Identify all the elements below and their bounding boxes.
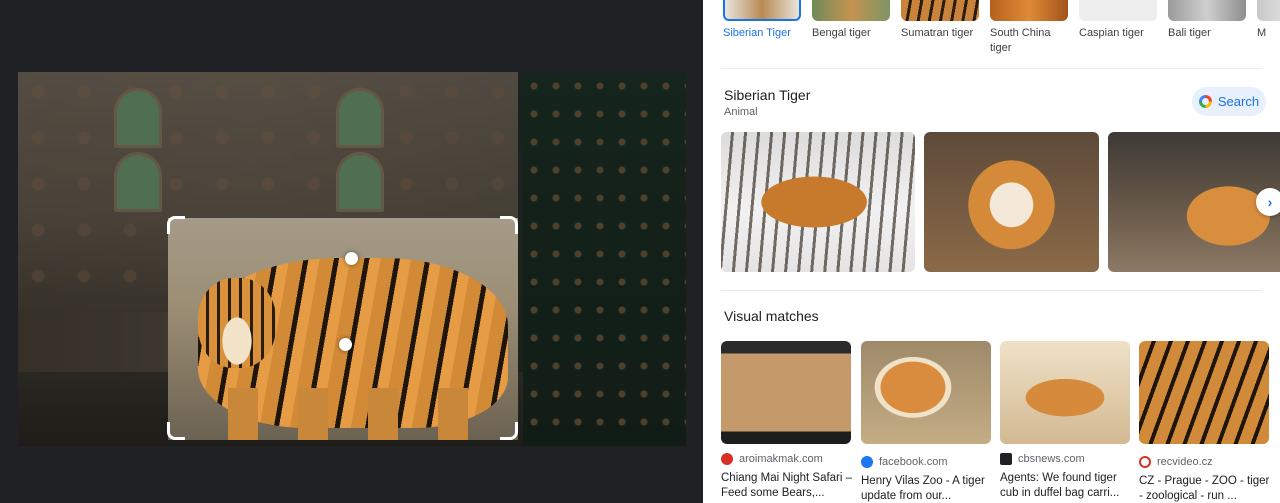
- match-thumbnail[interactable]: [1000, 341, 1130, 444]
- results-pane: Siberian Tiger Bengal tiger Sumatran tig…: [703, 0, 1280, 503]
- crop-selection-area[interactable]: [168, 218, 518, 440]
- crop-handle-top-left[interactable]: [167, 216, 185, 234]
- entity-title: Siberian Tiger: [724, 87, 811, 103]
- match-thumbnail[interactable]: [1139, 341, 1269, 444]
- cbs-eye-icon: [1000, 453, 1012, 465]
- entity-image-tiger-in-snow[interactable]: [721, 132, 915, 272]
- chip-siberian-tiger[interactable]: Siberian Tiger: [723, 0, 801, 41]
- chip-thumbnail: [1079, 0, 1157, 21]
- power-icon: [1139, 456, 1151, 468]
- match-source: aroimakmak.com: [721, 452, 851, 466]
- chip-thumbnail: [901, 0, 979, 21]
- chip-label: South China tiger: [990, 27, 1051, 54]
- chip-label: Caspian tiger: [1079, 27, 1144, 39]
- visual-match-card[interactable]: aroimakmak.com Chiang Mai Night Safari –…: [721, 341, 853, 501]
- visual-matches-heading: Visual matches: [724, 308, 819, 324]
- match-source: cbsnews.com: [1000, 452, 1130, 466]
- match-domain: cbsnews.com: [1018, 453, 1085, 465]
- chip-thumbnail: [723, 0, 801, 21]
- entity-search-button[interactable]: Search: [1192, 87, 1266, 116]
- match-title[interactable]: Henry Vilas Zoo - A tiger update from ou…: [861, 474, 993, 503]
- chip-label: Sumatran tiger: [901, 27, 974, 39]
- chip-label: M: [1257, 27, 1267, 39]
- object-hotspot-dot[interactable]: [339, 338, 352, 351]
- chip-label: Bali tiger: [1168, 27, 1211, 39]
- match-thumbnail[interactable]: [721, 341, 851, 444]
- entity-image-tiger-lying[interactable]: [1108, 132, 1280, 272]
- entity-image-tiger-face[interactable]: [924, 132, 1099, 272]
- visual-match-card[interactable]: recvideo.cz CZ - Prague - ZOO - tiger - …: [1139, 341, 1269, 503]
- chip-label: Bengal tiger: [812, 27, 871, 39]
- query-image-pane: [0, 0, 703, 503]
- match-title[interactable]: Chiang Mai Night Safari – Feed some Bear…: [721, 471, 853, 501]
- google-g-icon: [1198, 95, 1212, 108]
- site-favicon-icon: [721, 453, 733, 465]
- chip-thumbnail: [990, 0, 1068, 21]
- match-domain: aroimakmak.com: [739, 453, 823, 465]
- search-button-label: Search: [1217, 94, 1260, 109]
- chip-sumatran-tiger[interactable]: Sumatran tiger: [901, 0, 979, 41]
- match-source: facebook.com: [861, 455, 991, 469]
- object-hotspot-dot[interactable]: [345, 252, 358, 265]
- crop-handle-top-right[interactable]: [500, 216, 518, 234]
- chevron-right-icon[interactable]: ›: [1256, 188, 1280, 216]
- section-divider: [721, 68, 1262, 69]
- visual-match-card[interactable]: cbsnews.com Agents: We found tiger cub i…: [1000, 341, 1130, 501]
- chip-more[interactable]: M: [1257, 0, 1280, 41]
- match-title[interactable]: CZ - Prague - ZOO - tiger - zoological -…: [1139, 474, 1271, 503]
- related-entity-chips: Siberian Tiger Bengal tiger Sumatran tig…: [721, 0, 1280, 60]
- crop-handle-bottom-right[interactable]: [500, 422, 518, 440]
- chip-caspian-tiger[interactable]: Caspian tiger: [1079, 0, 1157, 41]
- chip-bengal-tiger[interactable]: Bengal tiger: [812, 0, 890, 41]
- match-thumbnail[interactable]: [861, 341, 991, 444]
- match-domain: facebook.com: [879, 456, 948, 468]
- match-source: recvideo.cz: [1139, 455, 1269, 469]
- crop-handle-bottom-left[interactable]: [167, 422, 185, 440]
- chip-label: Siberian Tiger: [723, 27, 791, 39]
- chip-bali-tiger[interactable]: Bali tiger: [1168, 0, 1246, 41]
- tiger-head: [198, 278, 276, 368]
- chip-thumbnail: [1257, 0, 1280, 21]
- tiger-legs: [228, 388, 468, 440]
- chip-thumbnail: [1168, 0, 1246, 21]
- section-divider: [721, 290, 1262, 291]
- chip-south-china-tiger[interactable]: South China tiger: [990, 0, 1068, 56]
- entity-subtitle: Animal: [724, 106, 758, 118]
- visual-match-card[interactable]: facebook.com Henry Vilas Zoo - A tiger u…: [861, 341, 991, 503]
- match-domain: recvideo.cz: [1157, 456, 1213, 468]
- match-title[interactable]: Agents: We found tiger cub in duffel bag…: [1000, 471, 1132, 501]
- facebook-icon: [861, 456, 873, 468]
- chip-thumbnail: [812, 0, 890, 21]
